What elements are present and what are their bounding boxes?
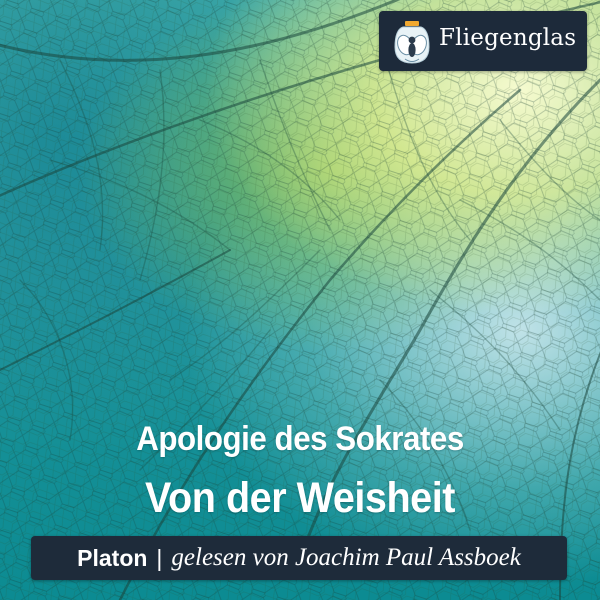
author-name: Platon xyxy=(77,544,148,571)
publisher-name: Fliegenglas xyxy=(439,25,577,51)
fly-in-jar-icon xyxy=(394,21,430,64)
author-bar: Platon | gelesen von Joachim Paul Assboe… xyxy=(31,536,567,580)
author-separator: | xyxy=(156,544,163,571)
reader-credit: gelesen von Joachim Paul Assboek xyxy=(171,544,521,571)
publisher-logo: Fliegenglas xyxy=(379,11,587,71)
title-line-1: Apologie des Sokrates xyxy=(136,420,464,458)
title-line-2: Von der Weisheit xyxy=(145,474,455,522)
audiobook-cover: Fliegenglas Apologie des Sokrates Von de… xyxy=(0,0,600,600)
